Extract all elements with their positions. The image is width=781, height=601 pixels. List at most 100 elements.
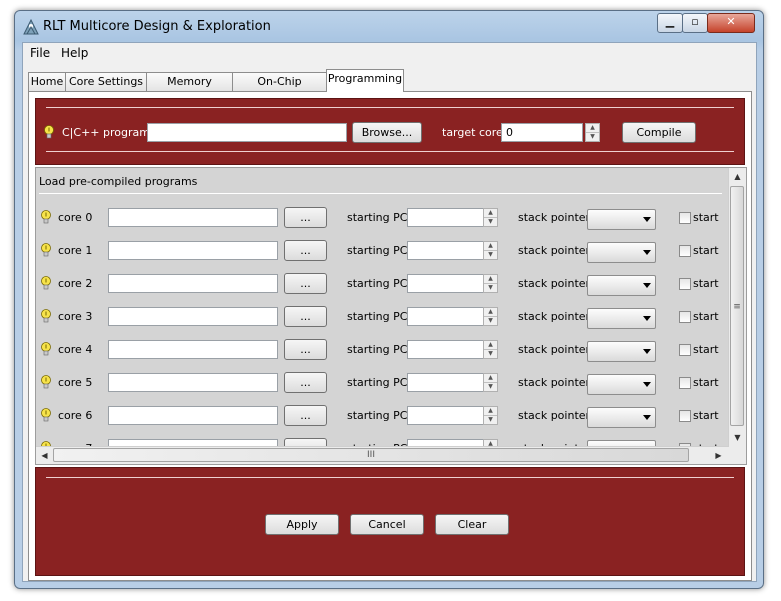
- spin-up-icon[interactable]: ▲: [586, 124, 599, 133]
- target-core-field[interactable]: 0: [501, 123, 583, 142]
- starting-pc-field[interactable]: [407, 274, 484, 293]
- browse-button[interactable]: Browse...: [352, 122, 422, 143]
- tab-home[interactable]: Home: [28, 72, 66, 91]
- section-title: Load pre-compiled programs: [39, 175, 198, 188]
- spin-down-icon[interactable]: ▼: [484, 350, 497, 358]
- divider: [46, 107, 734, 108]
- starting-pc-spinner[interactable]: ▲▼: [483, 241, 498, 260]
- core-label: core 2: [58, 277, 93, 290]
- spin-up-icon[interactable]: ▲: [484, 341, 497, 350]
- core-browse-button[interactable]: ...: [284, 339, 327, 360]
- main-window: RLT Multicore Design & Exploration ▁ ▫ ✕…: [14, 10, 764, 589]
- scroll-down-icon[interactable]: ▼: [730, 430, 745, 445]
- target-core-spinner[interactable]: ▲ ▼: [585, 123, 600, 142]
- starting-pc-field[interactable]: [407, 241, 484, 260]
- tab-core-settings[interactable]: Core Settings: [65, 72, 147, 91]
- core-program-field[interactable]: [108, 274, 278, 293]
- spin-down-icon[interactable]: ▼: [484, 416, 497, 424]
- start-checkbox[interactable]: [679, 245, 691, 257]
- start-checkbox[interactable]: [679, 410, 691, 422]
- core-browse-button[interactable]: ...: [284, 372, 327, 393]
- title-bar[interactable]: RLT Multicore Design & Exploration ▁ ▫ ✕: [15, 11, 763, 43]
- start-checkbox[interactable]: [679, 311, 691, 323]
- start-checkbox[interactable]: [679, 344, 691, 356]
- spin-down-icon[interactable]: ▼: [484, 284, 497, 292]
- stack-pointer-dropdown[interactable]: [587, 407, 656, 428]
- starting-pc-field[interactable]: [407, 208, 484, 227]
- starting-pc-field[interactable]: [407, 406, 484, 425]
- spin-up-icon[interactable]: ▲: [484, 407, 497, 416]
- core-program-field[interactable]: [108, 373, 278, 392]
- starting-pc-spinner[interactable]: ▲▼: [483, 406, 498, 425]
- start-checkbox[interactable]: [679, 212, 691, 224]
- starting-pc-spinner[interactable]: ▲▼: [483, 340, 498, 359]
- spin-up-icon[interactable]: ▲: [484, 209, 497, 218]
- starting-pc-label: starting PC: [347, 376, 408, 389]
- spin-down-icon[interactable]: ▼: [484, 317, 497, 325]
- scroll-thumb-horizontal[interactable]: III: [53, 448, 689, 462]
- scroll-right-icon[interactable]: ▶: [711, 448, 726, 463]
- core-browse-button[interactable]: ...: [284, 273, 327, 294]
- start-checkbox[interactable]: [679, 278, 691, 290]
- core-label: core 1: [58, 244, 93, 257]
- stack-pointer-dropdown[interactable]: [587, 341, 656, 362]
- starting-pc-spinner[interactable]: ▲▼: [483, 373, 498, 392]
- spin-down-icon[interactable]: ▼: [484, 218, 497, 226]
- apply-button[interactable]: Apply: [265, 514, 339, 535]
- core-label: core 6: [58, 409, 93, 422]
- core-program-field[interactable]: [108, 307, 278, 326]
- core-browse-button[interactable]: ...: [284, 405, 327, 426]
- spin-up-icon[interactable]: ▲: [484, 242, 497, 251]
- spin-down-icon[interactable]: ▼: [586, 133, 599, 141]
- starting-pc-label: starting PC: [347, 343, 408, 356]
- spin-down-icon[interactable]: ▼: [484, 251, 497, 259]
- precompiled-scroll-area[interactable]: Load pre-compiled programs core 0... star…: [35, 167, 747, 465]
- divider: [46, 151, 734, 152]
- core-program-field[interactable]: [108, 208, 278, 227]
- compile-button[interactable]: Compile: [622, 122, 696, 143]
- maximize-button[interactable]: ▫: [682, 13, 708, 33]
- cancel-button[interactable]: Cancel: [350, 514, 424, 535]
- core-program-field[interactable]: [108, 340, 278, 359]
- horizontal-scrollbar[interactable]: ◀ III ▶: [36, 446, 729, 464]
- starting-pc-field[interactable]: [407, 307, 484, 326]
- start-checkbox[interactable]: [679, 377, 691, 389]
- spin-down-icon[interactable]: ▼: [484, 383, 497, 391]
- starting-pc-field[interactable]: [407, 340, 484, 359]
- stack-pointer-label: stack pointer: [518, 277, 591, 290]
- starting-pc-spinner[interactable]: ▲▼: [483, 208, 498, 227]
- minimize-button[interactable]: ▁: [657, 13, 683, 33]
- scroll-thumb[interactable]: ≡: [730, 186, 744, 426]
- tab-programming[interactable]: Programming: [326, 69, 404, 92]
- menu-file[interactable]: File: [25, 45, 55, 61]
- stack-pointer-dropdown[interactable]: [587, 242, 656, 263]
- lightbulb-icon: [41, 210, 51, 224]
- stack-pointer-dropdown[interactable]: [587, 275, 656, 296]
- chevron-down-icon: [643, 415, 651, 420]
- spin-up-icon[interactable]: ▲: [484, 374, 497, 383]
- spin-up-icon[interactable]: ▲: [484, 308, 497, 317]
- close-button[interactable]: ✕: [707, 13, 755, 33]
- starting-pc-spinner[interactable]: ▲▼: [483, 307, 498, 326]
- core-browse-button[interactable]: ...: [284, 240, 327, 261]
- stack-pointer-label: stack pointer: [518, 343, 591, 356]
- stack-pointer-dropdown[interactable]: [587, 308, 656, 329]
- menu-help[interactable]: Help: [56, 45, 93, 61]
- tab-memory-system[interactable]: Memory System: [146, 72, 233, 106]
- clear-button[interactable]: Clear: [435, 514, 509, 535]
- starting-pc-spinner[interactable]: ▲▼: [483, 274, 498, 293]
- stack-pointer-dropdown[interactable]: [587, 374, 656, 395]
- vertical-scrollbar[interactable]: ▲ ≡ ▼: [728, 168, 746, 464]
- spin-up-icon[interactable]: ▲: [484, 275, 497, 284]
- core-program-field[interactable]: [108, 241, 278, 260]
- stack-pointer-dropdown[interactable]: [587, 209, 656, 230]
- core-browse-button[interactable]: ...: [284, 207, 327, 228]
- starting-pc-field[interactable]: [407, 373, 484, 392]
- core-browse-button[interactable]: ...: [284, 306, 327, 327]
- tab-on-chip-network[interactable]: On-Chip Network: [232, 72, 327, 106]
- program-path-field[interactable]: [147, 123, 347, 142]
- window-title: RLT Multicore Design & Exploration: [43, 19, 271, 34]
- core-program-field[interactable]: [108, 406, 278, 425]
- scroll-left-icon[interactable]: ◀: [37, 448, 52, 463]
- scroll-up-icon[interactable]: ▲: [730, 169, 745, 184]
